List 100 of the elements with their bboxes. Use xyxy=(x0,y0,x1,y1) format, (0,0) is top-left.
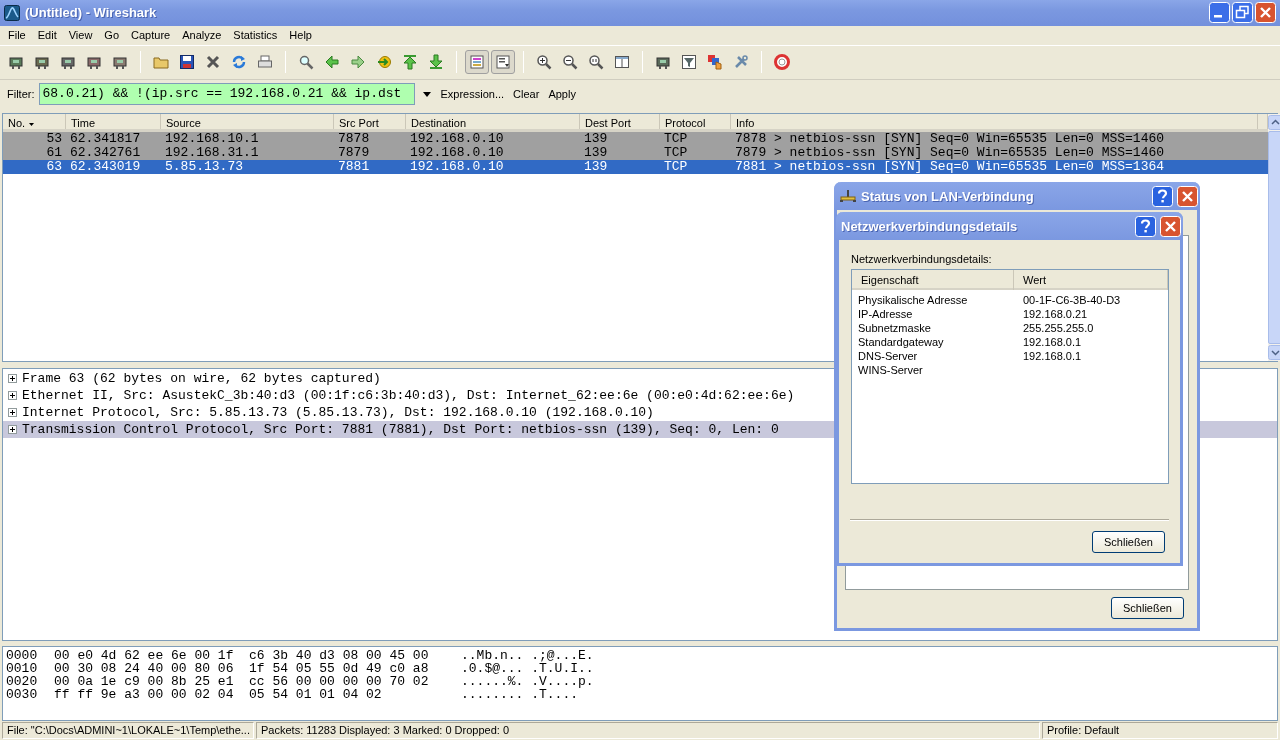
hex-offset: 0000 xyxy=(6,649,39,663)
top-arrow-icon[interactable] xyxy=(402,53,418,70)
filter-field[interactable]: 68.0.21) && !(ip.src == 192.168.0.21 && ip.dst xyxy=(38,83,415,106)
dialog-title: Netzwerkverbindungsdetails xyxy=(841,218,1019,234)
menu-item[interactable]: Analyze xyxy=(176,29,228,42)
list-label: Netzwerkverbindungsdetails: xyxy=(851,253,993,265)
toolbar-link[interactable]: Clear xyxy=(513,88,540,101)
bottom-arrow-icon[interactable] xyxy=(428,53,444,70)
columns-icon[interactable] xyxy=(614,53,630,70)
tree-item-text[interactable]: Internet Protocol, Src: 5.85.13.73 (5.85.13.73), Dst: 192.168.0.10 (192.168.0.10) xyxy=(22,403,654,421)
table-cell-text: 192.168.0.10 xyxy=(409,159,505,174)
column-header[interactable]: Source xyxy=(161,113,334,129)
hex-bytes: 00 0a 1e c9 00 8b 25 e1 cc 56 00 00 00 00 70 02 xyxy=(54,675,430,689)
close-button[interactable] xyxy=(1160,215,1181,237)
menu-item[interactable]: View xyxy=(62,29,99,42)
menu-item[interactable]: Statistics xyxy=(227,29,284,42)
toolbar-link[interactable]: Apply xyxy=(548,88,576,101)
autoscroll-icon xyxy=(495,53,511,70)
column-header[interactable]: Protocol xyxy=(660,113,731,129)
table-cell-text: 192.168.10.1 xyxy=(164,131,260,146)
lifebuoy-icon[interactable] xyxy=(774,53,790,70)
up-arrow-icon[interactable] xyxy=(1268,114,1280,130)
column-header[interactable]: Eigenschaft xyxy=(852,270,1014,290)
table-cell-text: 5.85.13.73 xyxy=(164,159,244,174)
column-header[interactable]: Time xyxy=(66,113,161,129)
colorize-icon xyxy=(469,53,485,70)
menu-item[interactable]: Help xyxy=(283,29,318,42)
table-cell-text: 192.168.0.21 xyxy=(1023,307,1089,321)
status-text: Packets: 11283 Displayed: 3 Marked: 0 Dropped: 0 xyxy=(256,722,1040,740)
zoom-in-icon[interactable] xyxy=(536,53,552,70)
down-arrow-icon[interactable] xyxy=(1268,344,1280,360)
table-cell-text: 7879 > netbios-ssn [SYN] Seq=0 Win=65535 Len=0 MSS=1460 xyxy=(734,145,1166,160)
save-icon[interactable] xyxy=(179,53,195,70)
table-cell-text: TCP xyxy=(663,145,689,160)
help-button[interactable] xyxy=(1152,185,1173,207)
ascii-text: ........ .T.... xyxy=(461,688,579,702)
table-cell-text: 255.255.255.0 xyxy=(1023,321,1095,335)
table-cell-text: 7881 xyxy=(337,159,371,174)
column-header[interactable]: Src Port xyxy=(334,113,406,129)
table-cell-text: 7878 xyxy=(337,131,371,146)
expand-icon[interactable] xyxy=(8,424,17,434)
coloring-rules-icon[interactable] xyxy=(707,53,723,70)
autoscroll-toggle[interactable] xyxy=(491,49,515,74)
expand-icon[interactable] xyxy=(8,390,17,400)
column-header[interactable]: Wert xyxy=(1014,270,1168,290)
table-cell-text: 62.342761 xyxy=(69,145,142,160)
menu-item[interactable]: Go xyxy=(98,29,126,42)
hex-offset: 0020 xyxy=(6,675,39,689)
menu-item[interactable]: Capture xyxy=(125,29,177,42)
zoom-reset-icon[interactable] xyxy=(588,53,604,70)
table-cell-text: 7881 > netbios-ssn [SYN] Seq=0 Win=65535 Len=0 MSS=1364 xyxy=(734,159,1166,174)
hex-offset: 0010 xyxy=(6,662,39,676)
window-title: (Untitled) - Wireshark xyxy=(25,5,158,21)
hex-bytes: ff ff 9e a3 00 00 02 04 05 54 01 01 04 02 xyxy=(54,688,383,702)
column-header[interactable]: No. xyxy=(3,113,66,129)
zoom-out-icon[interactable] xyxy=(562,53,578,70)
search-icon[interactable] xyxy=(298,53,314,70)
table-cell-text: Physikalische Adresse xyxy=(858,293,969,307)
minimize-button[interactable] xyxy=(1209,2,1230,24)
table-cell-text: Subnetzmaske xyxy=(858,321,932,335)
table-cell-text: 192.168.0.1 xyxy=(1023,349,1083,363)
ascii-text: ..Mb.n.. .;@...E. xyxy=(461,649,594,663)
ascii-text: .0.$@... .T.U.I.. xyxy=(461,662,594,676)
tools-icon[interactable] xyxy=(733,53,749,70)
toolbar-link[interactable]: Expression... xyxy=(440,88,505,101)
close-button[interactable] xyxy=(1255,2,1276,24)
help-button[interactable] xyxy=(1135,215,1156,237)
table-cell-text: 139 xyxy=(583,159,609,174)
table-cell-text: IP-Adresse xyxy=(858,307,914,321)
column-header[interactable]: Destination xyxy=(406,113,580,129)
colorize-toggle[interactable] xyxy=(465,49,489,74)
hex-bytes: 00 e0 4d 62 ee 6e 00 1f c6 3b 40 d3 08 00 45 00 xyxy=(54,649,430,663)
printer-icon[interactable] xyxy=(257,53,273,70)
table-cell-text: 61 xyxy=(45,145,63,160)
ascii-text: ......%. .V....p. xyxy=(461,675,594,689)
expand-icon[interactable] xyxy=(8,373,17,383)
column-header[interactable]: Info xyxy=(731,113,1258,129)
close-button[interactable]: Schließen xyxy=(1092,531,1165,553)
table-cell-text: 7878 > netbios-ssn [SYN] Seq=0 Win=65535 Len=0 MSS=1460 xyxy=(734,131,1166,146)
tree-item-text[interactable]: Frame 63 (62 bytes on wire, 62 bytes captured) xyxy=(22,369,381,387)
column-header[interactable]: Dest Port xyxy=(580,113,660,129)
table-cell-text: 192.168.0.10 xyxy=(409,131,505,146)
dropdown-arrow-icon[interactable] xyxy=(422,91,431,97)
status-text: Profile: Default xyxy=(1042,722,1278,740)
menu-item[interactable]: Edit xyxy=(31,29,63,42)
filter-icon[interactable] xyxy=(681,53,697,70)
reload-icon[interactable] xyxy=(231,53,247,70)
close-button[interactable]: Schließen xyxy=(1111,597,1184,619)
tree-item-text: Transmission Control Protocol, Src Port: 7881 (7881), Dst Port: netbios-ssn (139), Seq: 0, Len: 0 xyxy=(22,420,779,438)
close-icon[interactable] xyxy=(205,53,221,70)
expand-icon[interactable] xyxy=(8,407,17,417)
close-button[interactable] xyxy=(1177,185,1198,207)
table-cell-text: TCP xyxy=(663,159,689,174)
left-arrow-icon[interactable] xyxy=(324,53,340,70)
menu-item[interactable]: File xyxy=(2,29,32,42)
table-cell-text: Standardgateway xyxy=(858,335,945,349)
tree-item-text[interactable]: Ethernet II, Src: AsustekC_3b:40:d3 (00:1f:c6:3b:40:d3), Dst: Internet_62:ee:6e (00:e0:4d:62:ee:6e) xyxy=(22,386,795,404)
right-arrow-icon[interactable] xyxy=(350,53,366,70)
restore-button[interactable] xyxy=(1232,2,1253,24)
filter-label: Filter: xyxy=(7,88,35,101)
